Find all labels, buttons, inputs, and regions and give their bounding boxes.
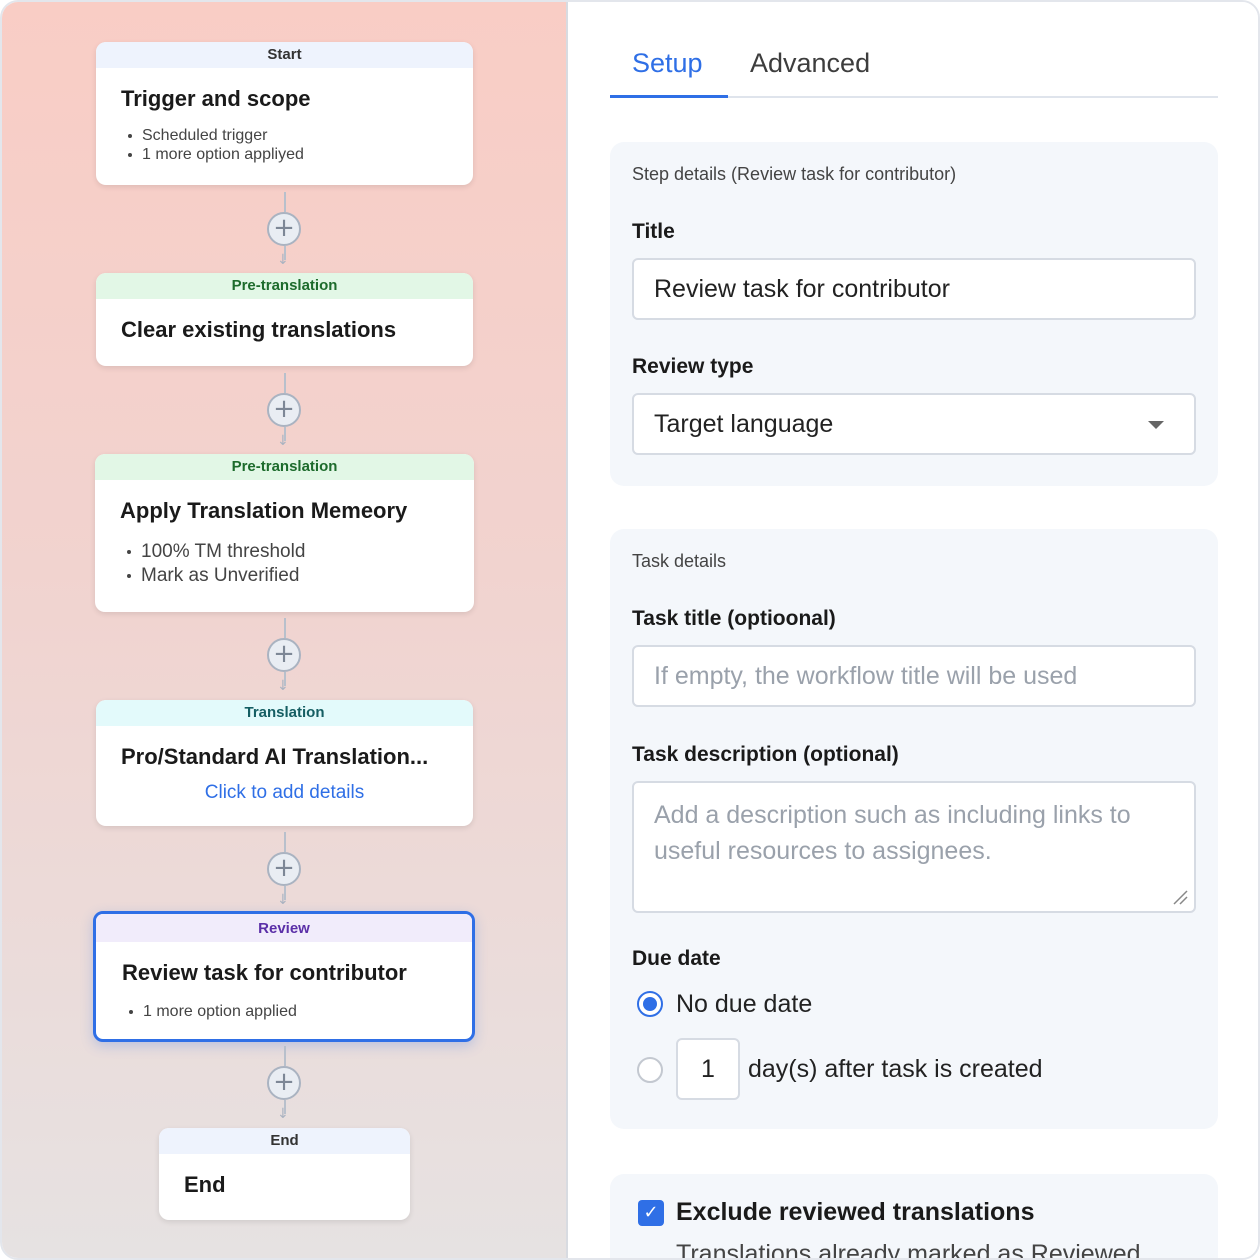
due-date-label: Due date [632,947,721,970]
connector-line [284,373,286,393]
exclude-reviewed-checkbox[interactable]: ✓ [638,1200,664,1226]
list-item: Scheduled trigger [128,126,473,145]
plus-circle-icon[interactable]: + [267,852,301,886]
task-title-label: Task title (optioonal) [632,607,836,630]
card-header: Pre-translation [95,454,474,480]
card-options: Scheduled trigger 1 more option appliyed [96,126,473,164]
workflow-canvas: Start Trigger and scope Scheduled trigge… [2,2,568,1258]
card-title: End [184,1172,226,1197]
card-header: Pre-translation [96,273,473,299]
app-frame: Start Trigger and scope Scheduled trigge… [0,0,1260,1260]
tab-bar: Setup Advanced [610,42,1218,98]
days-input[interactable]: 1 [676,1038,740,1100]
settings-panel: Setup Advanced Step details (Review task… [570,2,1258,1260]
arrow-down-icon: ↓ [277,678,289,694]
connector-line [284,192,286,212]
active-tab-indicator [610,95,728,98]
card-header: Review [96,914,472,942]
workflow-card-apply-tm[interactable]: Pre-translation Apply Translation Memeor… [95,454,474,612]
plus-circle-icon[interactable]: + [267,638,301,672]
section-label: Task details [632,551,727,571]
list-item: 100% TM threshold [127,540,474,564]
tab-advanced[interactable]: Advanced [750,48,870,79]
task-description-placeholder: Add a description such as including link… [654,801,1131,865]
workflow-card-ai-translation[interactable]: Translation Pro/Standard AI Translation.… [96,700,473,826]
connector-line [284,832,286,852]
title-input[interactable]: Review task for contributor [632,258,1196,320]
plus-circle-icon[interactable]: + [267,393,301,427]
card-title: Pro/Standard AI Translation... [121,744,429,769]
card-options: 100% TM threshold Mark as Unverified [95,540,474,588]
arrow-down-icon: ↓ [277,1106,289,1122]
card-title: Clear existing translations [121,317,397,342]
review-type-select[interactable]: Target language [632,393,1196,455]
days-after-label: day(s) after task is created [748,1055,1043,1083]
list-item: 1 more option applied [129,1002,472,1021]
task-title-input[interactable]: If empty, the workflow title will be use… [632,645,1196,707]
connector-line [284,1046,286,1066]
card-options: 1 more option applied [96,1002,472,1021]
exclude-reviewed-description: Translations already marked as Reviewed [676,1240,1141,1260]
plus-circle-icon[interactable]: + [267,212,301,246]
title-label: Title [632,220,675,243]
task-description-label: Task description (optional) [632,743,899,766]
workflow-card-start[interactable]: Start Trigger and scope Scheduled trigge… [96,42,473,185]
card-title: Apply Translation Memeory [120,498,408,523]
task-description-textarea[interactable]: Add a description such as including link… [632,781,1196,913]
arrow-down-icon: ↓ [277,252,289,268]
connector-line [284,618,286,638]
days-after-radio[interactable] [637,1057,663,1083]
task-details-section: Task details Task title (optioonal) If e… [610,529,1218,1129]
workflow-card-end[interactable]: End End [159,1128,410,1220]
plus-circle-icon[interactable]: + [267,1066,301,1100]
list-item: Mark as Unverified [127,564,474,588]
no-due-date-label: No due date [676,990,813,1018]
tab-setup[interactable]: Setup [632,48,703,79]
review-type-value: Target language [654,410,834,438]
step-details-section: Step details (Review task for contributo… [610,142,1218,486]
workflow-card-review[interactable]: Review Review task for contributor 1 mor… [93,911,475,1042]
card-title: Trigger and scope [121,86,311,111]
card-title: Review task for contributor [122,960,407,985]
workflow-card-clear-translations[interactable]: Pre-translation Clear existing translati… [96,273,473,366]
exclude-reviewed-label: Exclude reviewed translations [676,1198,1035,1226]
card-header: Start [96,42,473,68]
arrow-down-icon: ↓ [277,892,289,908]
add-details-link[interactable]: Click to add details [96,782,473,804]
card-header: Translation [96,700,473,726]
review-type-label: Review type [632,355,754,378]
exclude-reviewed-section: ✓ Exclude reviewed translations Translat… [610,1174,1218,1260]
resize-handle-icon[interactable] [1172,889,1188,905]
card-header: End [159,1128,410,1154]
section-label: Step details (Review task for contributo… [632,164,957,184]
list-item: 1 more option appliyed [128,145,473,164]
no-due-date-radio[interactable] [637,991,663,1017]
chevron-down-icon [1148,421,1164,429]
arrow-down-icon: ↓ [277,433,289,449]
